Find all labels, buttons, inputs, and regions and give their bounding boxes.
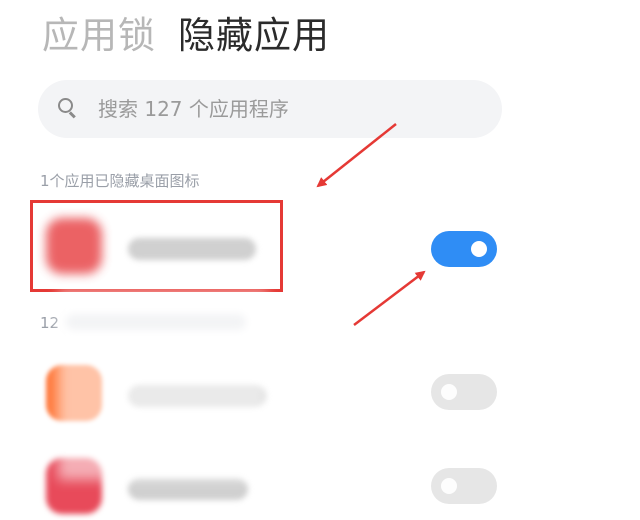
search-input[interactable]	[96, 96, 460, 122]
tab-hidden-apps[interactable]: 隐藏应用	[178, 12, 330, 60]
hide-toggle-off[interactable]	[431, 374, 497, 410]
search-icon	[58, 98, 80, 120]
hide-toggle-off[interactable]	[431, 468, 497, 504]
visible-count-label: 12	[40, 314, 60, 332]
search-bar[interactable]	[38, 80, 502, 138]
hidden-count-label: 1个应用已隐藏桌面图标	[40, 172, 200, 190]
tab-bar: 应用锁 隐藏应用	[42, 12, 330, 60]
hide-toggle-on[interactable]	[431, 231, 497, 267]
tab-app-lock[interactable]: 应用锁	[42, 12, 156, 60]
annotation-highlight-box	[30, 200, 283, 292]
blurred-region	[58, 290, 268, 480]
app-name-blurred	[128, 478, 248, 500]
